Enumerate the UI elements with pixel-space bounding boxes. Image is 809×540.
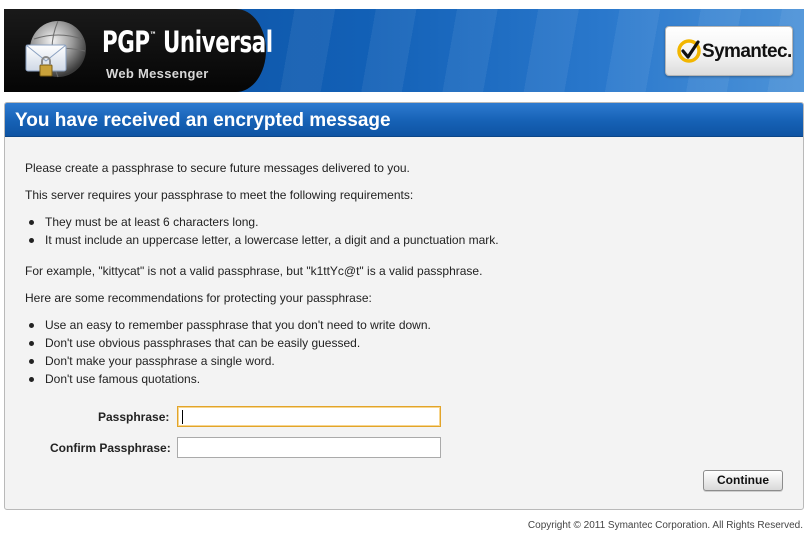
message-panel: You have received an encrypted message P… (4, 102, 804, 510)
continue-button[interactable]: Continue (703, 470, 783, 491)
symantec-wordmark: Symantec. (702, 41, 792, 62)
list-item: Use an easy to remember passphrase that … (5, 316, 431, 334)
list-item: Don't use famous quotations. (5, 370, 431, 388)
passphrase-input[interactable] (177, 406, 441, 427)
envelope-globe-lock-icon (25, 20, 86, 78)
example-text: For example, "kittycat" is not a valid p… (25, 264, 483, 278)
symantec-logo: Symantec. (665, 26, 793, 76)
list-item: Don't use obvious passphrases that can b… (5, 334, 431, 352)
copyright-footer: Copyright © 2011 Symantec Corporation. A… (527, 520, 803, 531)
recommendations-intro: Here are some recommendations for protec… (25, 291, 372, 305)
panel-header: You have received an encrypted message (5, 103, 803, 137)
list-item: Don't make your passphrase a single word… (5, 352, 431, 370)
confirm-passphrase-label: Confirm Passphrase: (50, 441, 171, 455)
brand-title: PGP™ Universal (102, 25, 273, 59)
intro-text: Please create a passphrase to secure fut… (25, 161, 410, 175)
list-item: They must be at least 6 characters long. (5, 213, 499, 231)
symantec-check-icon (677, 39, 701, 63)
recommendations-list: Use an easy to remember passphrase that … (5, 316, 431, 388)
list-item: It must include an uppercase letter, a l… (5, 231, 499, 249)
confirm-passphrase-input[interactable] (177, 437, 441, 458)
brand-subtitle: Web Messenger (106, 66, 209, 81)
requirements-list: They must be at least 6 characters long.… (5, 213, 499, 249)
text-caret (182, 410, 183, 424)
header-banner: PGP™ Universal Web Messenger Symantec. (4, 9, 804, 92)
page-title: You have received an encrypted message (15, 110, 391, 131)
passphrase-label: Passphrase: (98, 410, 170, 424)
requirements-intro: This server requires your passphrase to … (25, 188, 414, 202)
